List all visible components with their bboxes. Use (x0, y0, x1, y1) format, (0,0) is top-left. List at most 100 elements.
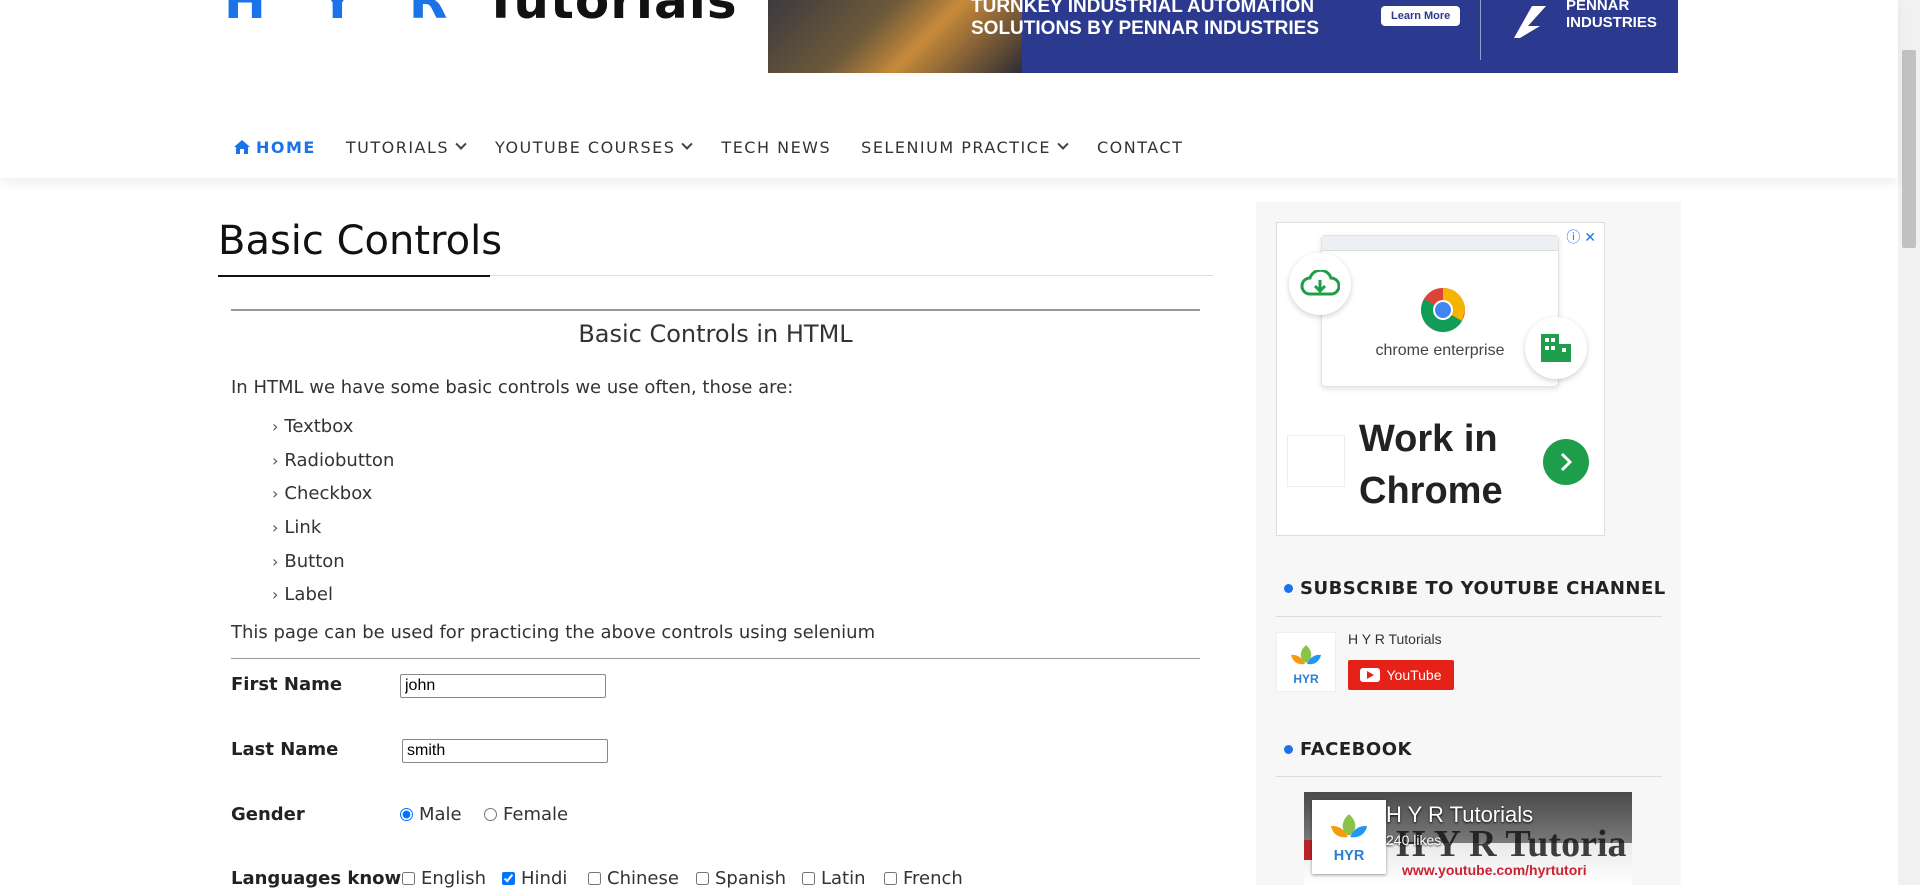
banner-headline-line2: SOLUTIONS BY PENNAR INDUSTRIES (971, 18, 1320, 39)
nav-home[interactable]: HOME (234, 138, 316, 157)
language-french-checkbox[interactable] (884, 872, 897, 885)
list-item: › Button (272, 544, 394, 578)
banner-brand-line2: INDUSTRIES (1566, 14, 1657, 31)
top-banner-ad[interactable]: TURNKEY INDUSTRIAL AUTOMATION SOLUTIONS … (768, 0, 1678, 73)
gender-female-option[interactable]: Female (484, 804, 568, 825)
ad-go-button[interactable] (1543, 439, 1589, 485)
nav-contact-label: CONTACT (1096, 137, 1184, 157)
intro-text: In HTML we have some basic controls we u… (231, 377, 794, 398)
list-item-label: Link (284, 517, 322, 539)
youtube-subscribe-button[interactable]: YouTube (1348, 660, 1454, 690)
nav-youtube-courses-label: YOUTUBE COURSES (495, 137, 676, 157)
bullet-icon (1284, 584, 1293, 593)
language-english-label: English (421, 868, 486, 889)
language-spanish-label: Spanish (715, 868, 787, 889)
widget-divider (1276, 776, 1662, 777)
outro-text: This page can be used for practicing the… (231, 622, 876, 643)
language-latin-option[interactable]: Latin (802, 868, 866, 889)
last-name-label: Last Name (231, 739, 339, 760)
form-divider (231, 658, 1200, 659)
gender-male-radio[interactable] (400, 808, 413, 821)
language-english-checkbox[interactable] (402, 872, 415, 885)
banner-brand: PENNAR INDUSTRIES (1566, 0, 1657, 31)
building-icon (1525, 317, 1587, 379)
language-spanish-checkbox[interactable] (696, 872, 709, 885)
first-name-input[interactable] (400, 674, 606, 698)
languages-label: Languages known (231, 868, 414, 889)
ad-browser-screenshot: chrome enterprise (1321, 235, 1559, 387)
bullet-icon (1284, 745, 1293, 754)
chevron-right-icon: › (272, 551, 279, 571)
fb-page-likes: 240 likes (1386, 832, 1442, 848)
sidebar-ad[interactable]: ⓘ ✕ chrome enterprise Work in Chrome (1276, 222, 1605, 536)
nav-contact[interactable]: CONTACT (1097, 138, 1183, 157)
site-header: H Y R Tutorials TURNKEY INDUSTRIAL AUTOM… (0, 0, 1898, 178)
youtube-widget-title: SUBSCRIBE TO YOUTUBE CHANNEL (1284, 578, 1666, 599)
facebook-widget-title: FACEBOOK (1284, 739, 1412, 760)
nav-youtube-courses[interactable]: YOUTUBE COURSES (495, 137, 694, 157)
ad-headline-line2: Chrome (1359, 470, 1503, 512)
close-icon[interactable]: ✕ (1584, 229, 1596, 245)
gender-label: Gender (231, 804, 305, 825)
pennar-logo-icon (1514, 6, 1546, 38)
language-english-option[interactable]: English (402, 868, 486, 889)
gender-male-option[interactable]: Male (400, 804, 462, 825)
gender-female-radio[interactable] (484, 808, 497, 821)
youtube-widget-title-text: SUBSCRIBE TO YOUTUBE CHANNEL (1300, 578, 1666, 599)
ad-headline: Work in Chrome (1359, 413, 1503, 517)
site-logo[interactable]: H Y R Tutorials (224, 0, 738, 30)
cloud-download-icon (1289, 253, 1351, 315)
youtube-channel-name[interactable]: H Y R Tutorials (1348, 631, 1442, 647)
nav-tech-news[interactable]: TECH NEWS (721, 138, 831, 157)
language-french-option[interactable]: French (884, 868, 963, 889)
chrome-icon (1421, 288, 1465, 332)
language-chinese-option[interactable]: Chinese (588, 868, 679, 889)
chevron-right-icon (1560, 452, 1573, 472)
list-item-label: Textbox (284, 416, 354, 438)
facebook-page-plugin[interactable]: H Y R Tutoria www.youtube.com/hyrtutori … (1304, 792, 1632, 885)
page-scrollbar[interactable] (1898, 0, 1920, 885)
nav-tutorials[interactable]: TUTORIALS (346, 138, 467, 157)
banner-headline: TURNKEY INDUSTRIAL AUTOMATION SOLUTIONS … (971, 0, 1319, 40)
chevron-right-icon: › (272, 417, 279, 437)
logo-tutorials: Tutorials (483, 0, 738, 30)
youtube-button-label: YouTube (1386, 667, 1442, 683)
info-icon[interactable]: ⓘ (1566, 229, 1580, 245)
language-chinese-checkbox[interactable] (588, 872, 601, 885)
gender-female-label: Female (503, 804, 569, 825)
chevron-down-icon (681, 138, 694, 150)
hyr-channel-logo[interactable]: HYR (1276, 632, 1336, 692)
chevron-right-icon: › (272, 450, 279, 470)
list-item-label: Button (284, 550, 345, 572)
banner-learn-more-button[interactable]: Learn More (1381, 6, 1461, 26)
chevron-right-icon: › (272, 518, 279, 538)
nav-selenium-practice[interactable]: SELENIUM PRACTICE (861, 138, 1069, 157)
fb-page-avatar[interactable]: HYR (1312, 800, 1386, 874)
scrollbar-thumb[interactable] (1902, 50, 1916, 248)
last-name-input[interactable] (402, 739, 608, 763)
fb-page-name[interactable]: H Y R Tutorials (1386, 802, 1533, 828)
ad-screenshot-text: chrome enterprise (1375, 342, 1505, 359)
svg-text:HYR: HYR (1293, 672, 1319, 686)
ad-headline-line1: Work in (1359, 418, 1498, 460)
banner-headline-line1: TURNKEY INDUSTRIAL AUTOMATION (971, 0, 1315, 17)
list-item: › Radiobutton (272, 444, 394, 478)
language-spanish-option[interactable]: Spanish (696, 868, 786, 889)
chevron-down-icon (455, 138, 467, 150)
chevron-right-icon: › (272, 484, 279, 504)
widget-divider (1276, 616, 1662, 617)
list-item: › Label (272, 578, 394, 612)
language-hindi-option[interactable]: Hindi (502, 868, 567, 889)
list-item: › Checkbox (272, 477, 394, 511)
banner-divider (1480, 0, 1481, 60)
list-item-label: Checkbox (284, 483, 373, 505)
language-latin-checkbox[interactable] (802, 872, 815, 885)
language-chinese-label: Chinese (607, 868, 679, 889)
ad-controls[interactable]: ⓘ ✕ (1566, 227, 1596, 247)
list-item: › Textbox (272, 410, 394, 444)
banner-brand-line1: PENNAR (1566, 0, 1630, 14)
language-hindi-checkbox[interactable] (502, 872, 515, 885)
section-top-divider (231, 309, 1200, 311)
language-latin-label: Latin (821, 868, 866, 889)
controls-list: › Textbox › Radiobutton › Checkbox › Link › B… (272, 410, 394, 612)
